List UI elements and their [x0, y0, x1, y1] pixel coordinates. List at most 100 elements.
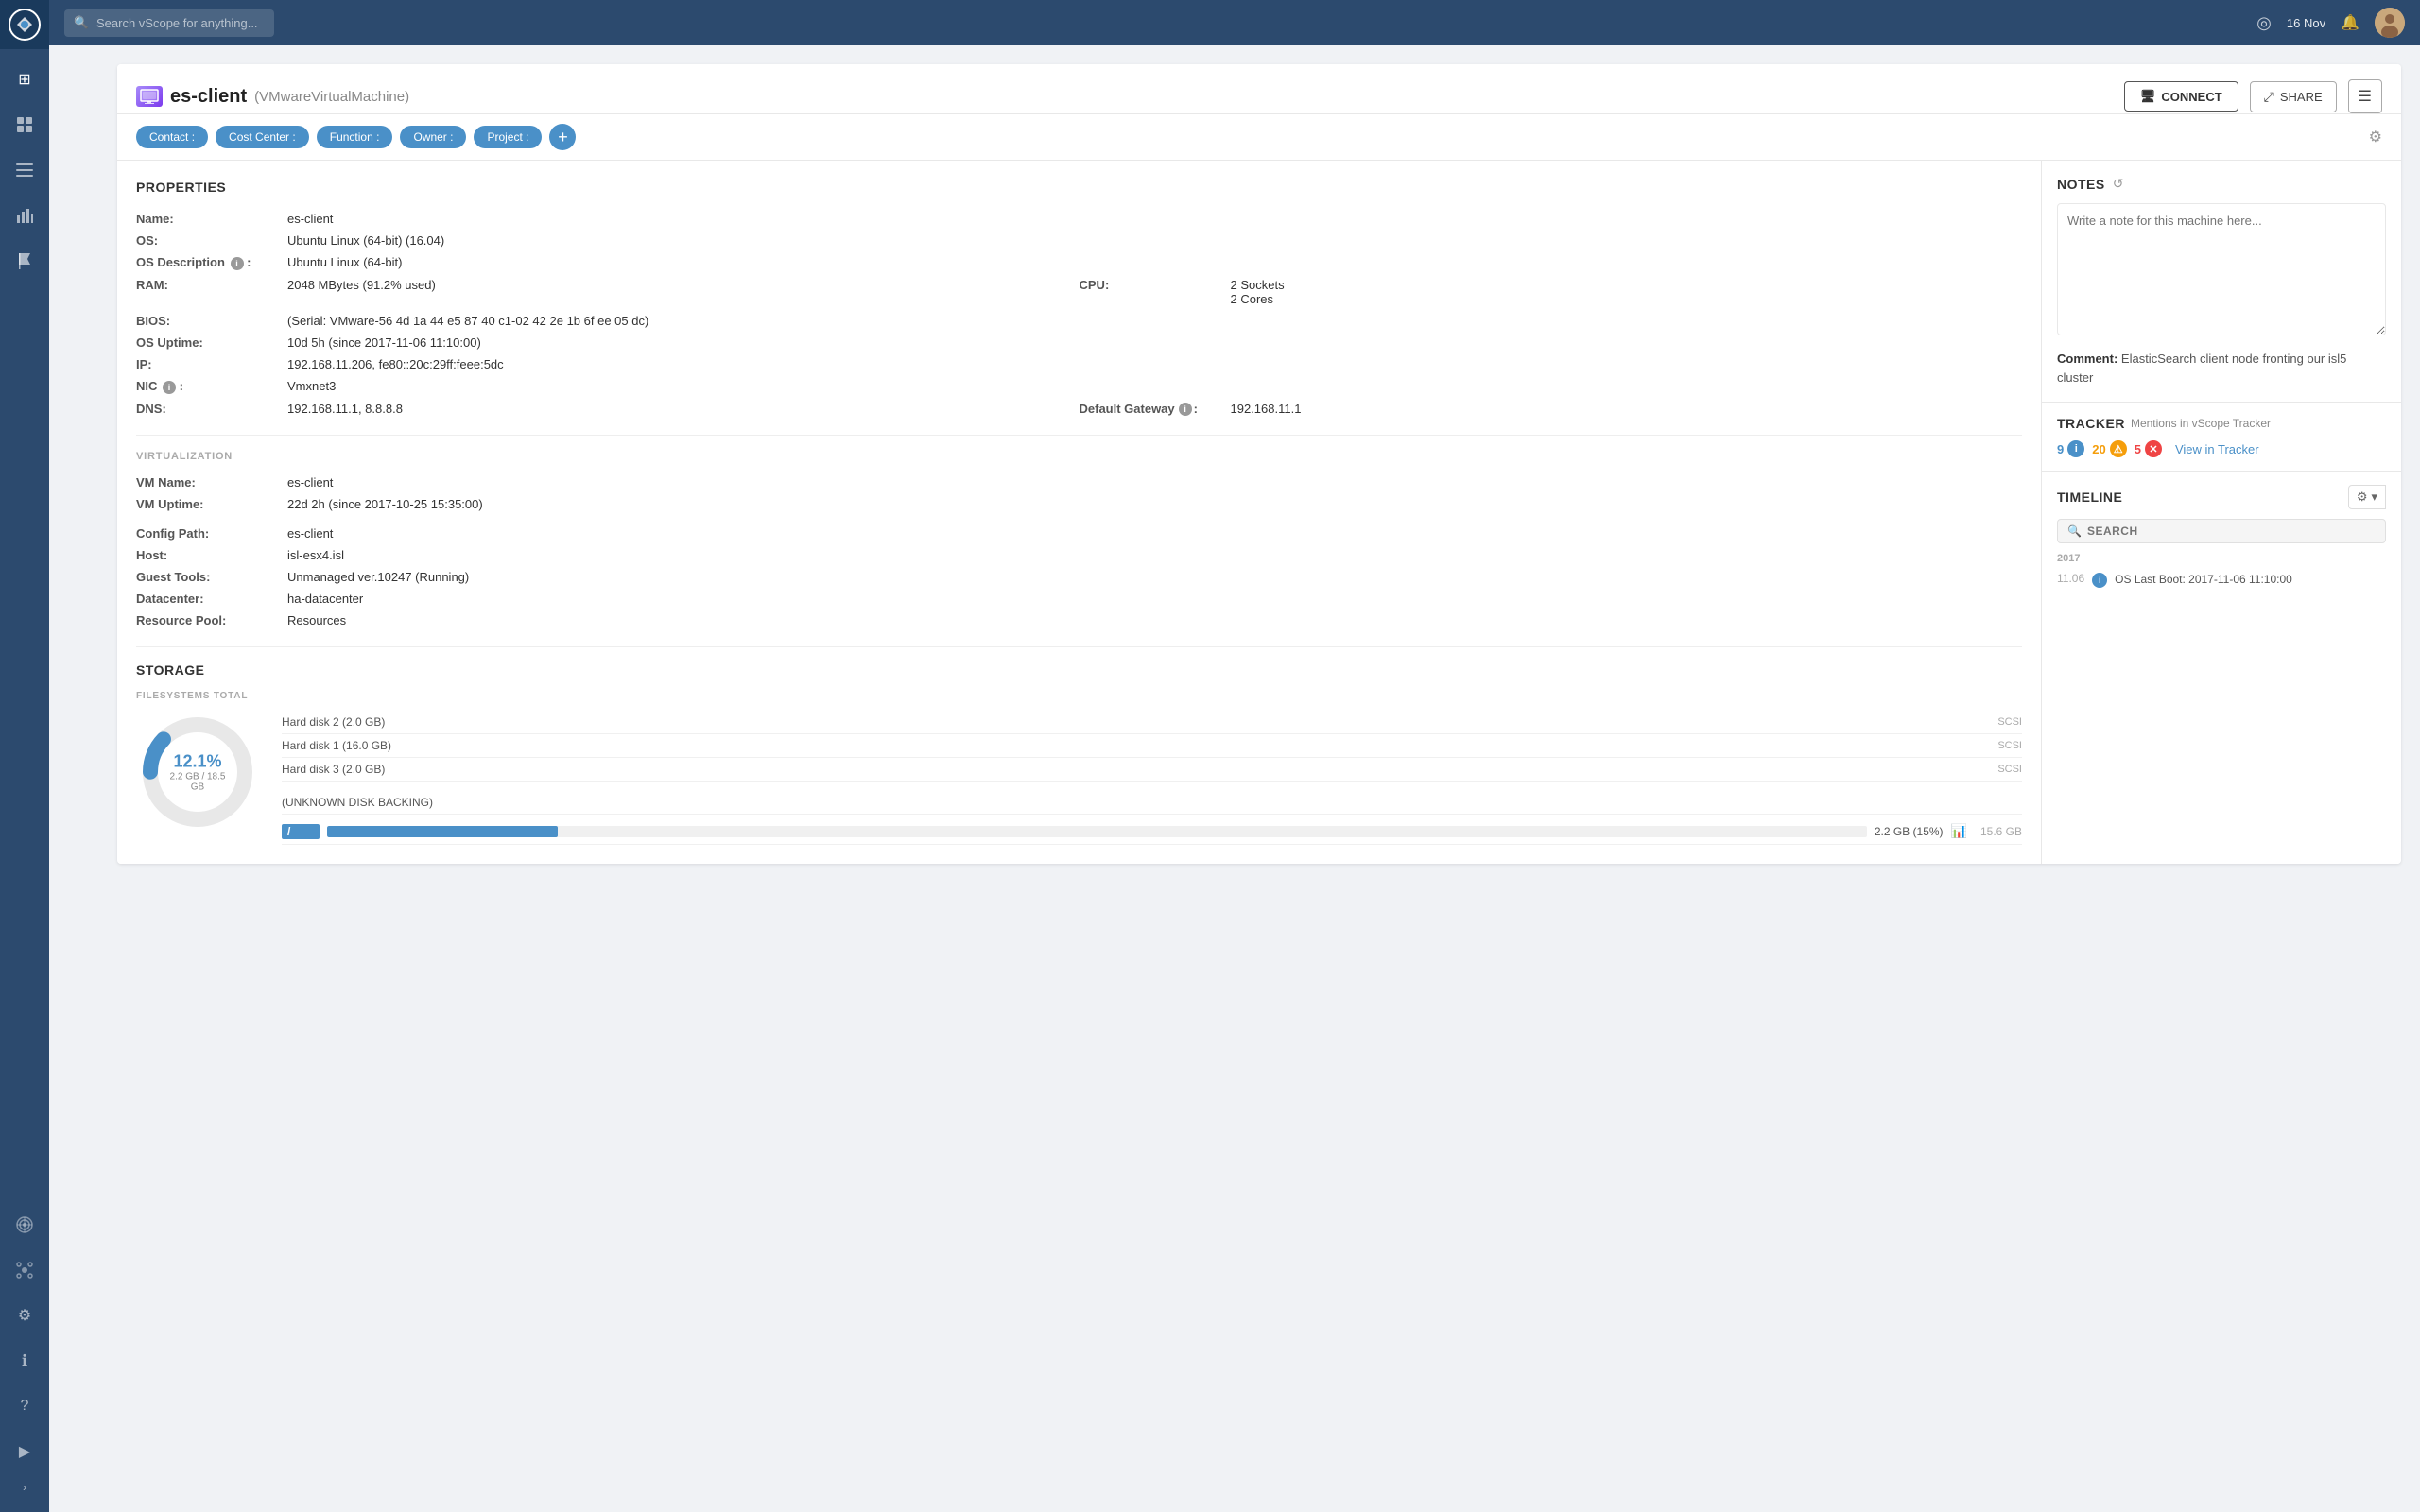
storage-title: STORAGE [136, 662, 2022, 678]
prop-name-label: Name: [136, 212, 287, 226]
prop-host-value: isl-esx4.isl [287, 548, 2022, 562]
tag-settings-icon[interactable]: ⚙ [2369, 128, 2382, 146]
prop-nic-row: NIC i : Vmxnet3 [136, 375, 2022, 398]
monitor-icon: 🖥 [2140, 89, 2156, 104]
tracker-error-badge: ✕ [2145, 440, 2162, 457]
timeline-search-bar[interactable]: 🔍 [2057, 519, 2386, 543]
timeline-entry-text: OS Last Boot: 2017-11-06 11:10:00 [2115, 572, 2386, 588]
avatar[interactable] [2375, 8, 2405, 38]
sidebar-item-table[interactable] [4, 104, 45, 146]
prop-host-row: Host: isl-esx4.isl [136, 544, 2022, 566]
disk-type: SCSI [1997, 716, 2022, 728]
menu-button[interactable]: ☰ [2348, 79, 2382, 113]
notes-header: NOTES ↺ [2057, 176, 2386, 192]
connect-button[interactable]: 🖥 CONNECT [2124, 81, 2238, 112]
timeline-search-input[interactable] [2087, 524, 2376, 538]
timeline-header: TIMELINE ⚙ ▾ [2057, 485, 2386, 509]
prop-guesttools-value: Unmanaged ver.10247 (Running) [287, 570, 2022, 584]
timeline-controls: ⚙ ▾ [2348, 485, 2386, 509]
list-item: / 2.2 GB (15%) 📊 15.6 GB [282, 818, 2022, 845]
timeline-title: TIMELINE [2057, 490, 2122, 505]
properties-section-title: PROPERTIES [136, 180, 2022, 195]
fs-bar [327, 826, 558, 837]
prop-dns-label: DNS: [136, 402, 287, 416]
tracker-subtitle: Mentions in vScope Tracker [2131, 417, 2271, 430]
sidebar-expand-button[interactable]: › [4, 1474, 45, 1501]
view-tracker-link[interactable]: View in Tracker [2175, 442, 2259, 456]
tag-cost-center[interactable]: Cost Center : [216, 126, 309, 148]
sidebar-item-flag[interactable] [4, 240, 45, 282]
tracker-title: TRACKER [2057, 416, 2125, 431]
prop-vmuptime-row: VM Uptime: 22d 2h (since 2017-10-25 15:3… [136, 493, 2022, 515]
disk-type: SCSI [1997, 764, 2022, 775]
sidebar-item-integrations[interactable] [4, 1249, 45, 1291]
prop-resourcepool-value: Resources [287, 613, 2022, 627]
prop-guesttools-label: Guest Tools: [136, 570, 287, 584]
timeline-search-icon: 🔍 [2067, 524, 2082, 538]
sidebar-item-video[interactable]: ▶ [4, 1431, 45, 1472]
notes-title: NOTES [2057, 177, 2105, 192]
gw-info-icon[interactable]: i [1179, 403, 1192, 416]
sidebar-item-info[interactable]: ℹ [4, 1340, 45, 1382]
virtualization-section-title: VIRTUALIZATION [136, 451, 2022, 462]
disk-name: Hard disk 1 (16.0 GB) [282, 739, 1990, 752]
prop-datacenter-value: ha-datacenter [287, 592, 2022, 606]
prop-gw-label: Default Gateway i : [1080, 402, 1231, 416]
search-input[interactable] [64, 9, 274, 37]
prop-gw: Default Gateway i : 192.168.11.1 [1080, 402, 2023, 416]
sidebar-item-radar[interactable] [4, 1204, 45, 1246]
prop-ip-value: 192.168.11.206, fe80::20c:29ff:feee:5dc [287, 357, 2022, 371]
tag-add-button[interactable]: + [549, 124, 576, 150]
main-content: es-client (VMwareVirtualMachine) 🖥 CONNE… [98, 45, 2420, 1512]
prop-ip-row: IP: 192.168.11.206, fe80::20c:29ff:feee:… [136, 353, 2022, 375]
timeline-gear-button[interactable]: ⚙ ▾ [2348, 485, 2386, 509]
prop-vmname-value: es-client [287, 475, 2022, 490]
sidebar-item-chart[interactable] [4, 195, 45, 236]
page-title-area: es-client (VMwareVirtualMachine) [136, 86, 2113, 108]
app-logo[interactable] [0, 0, 49, 49]
prop-os-value: Ubuntu Linux (64-bit) (16.04) [287, 233, 2022, 248]
tracker-warn-badge: ⚠ [2110, 440, 2127, 457]
prop-os-desc-row: OS Description i : Ubuntu Linux (64-bit) [136, 251, 2022, 274]
prop-ram-value: 2048 MBytes (91.2% used) [287, 278, 1080, 306]
prop-uptime-value: 10d 5h (since 2017-11-06 11:10:00) [287, 335, 2022, 350]
tag-project[interactable]: Project : [474, 126, 542, 148]
search-wrapper: 🔍 [64, 9, 631, 37]
list-item: Hard disk 2 (2.0 GB) SCSI [282, 711, 2022, 734]
prop-os-row: OS: Ubuntu Linux (64-bit) (16.04) [136, 230, 2022, 251]
sidebar-item-help[interactable]: ? [4, 1385, 45, 1427]
nic-info-icon[interactable]: i [163, 381, 176, 394]
tag-contact[interactable]: Contact : [136, 126, 208, 148]
sidebar: ⊞ ⚙ ℹ ? ▶ › [0, 0, 49, 1512]
right-panel: NOTES ↺ Comment: ElasticSearch client no… [2042, 161, 2401, 864]
prop-ram-label: RAM: [136, 278, 287, 306]
timeline-section: TIMELINE ⚙ ▾ 🔍 2017 [2042, 472, 2401, 605]
fs-chart-icon[interactable]: 📊 [1951, 823, 1967, 839]
list-item: 11.06 i OS Last Boot: 2017-11-06 11:10:0… [2057, 568, 2386, 592]
tag-function[interactable]: Function : [317, 126, 393, 148]
list-item: Hard disk 1 (16.0 GB) SCSI [282, 734, 2022, 758]
nav-bell-icon[interactable]: 🔔 [2341, 13, 2360, 32]
list-item: Hard disk 3 (2.0 GB) SCSI [282, 758, 2022, 782]
os-desc-info-icon[interactable]: i [231, 257, 244, 270]
notes-reset-icon[interactable]: ↺ [2113, 176, 2124, 192]
fs-name: / [282, 824, 320, 839]
top-navigation: 🔍 ◎ 16 Nov 🔔 [49, 0, 2420, 45]
notes-section: NOTES ↺ Comment: ElasticSearch client no… [2042, 161, 2401, 403]
prop-host-label: Host: [136, 548, 287, 562]
share-icon: ⤢ [2264, 89, 2274, 105]
disk-list: Hard disk 2 (2.0 GB) SCSI Hard disk 1 (1… [282, 711, 2022, 845]
prop-cpu: CPU: 2 Sockets 2 Cores [1080, 278, 2023, 306]
share-button[interactable]: ⤢ SHARE [2250, 81, 2337, 112]
notes-textarea[interactable] [2057, 203, 2386, 335]
storage-section: STORAGE FILESYSTEMS TOTAL [136, 662, 2022, 845]
tag-owner[interactable]: Owner : [400, 126, 466, 148]
vm-type-icon [136, 86, 163, 107]
properties-table: Name: es-client OS: Ubuntu Linux (64-bit… [136, 208, 2022, 420]
list-item: (UNKNOWN DISK BACKING) [282, 791, 2022, 815]
notes-comment-label: Comment: [2057, 352, 2118, 366]
sidebar-item-settings[interactable]: ⚙ [4, 1295, 45, 1336]
sidebar-item-list[interactable] [4, 149, 45, 191]
sidebar-item-grid[interactable]: ⊞ [4, 59, 45, 100]
prop-ip-label: IP: [136, 357, 287, 371]
